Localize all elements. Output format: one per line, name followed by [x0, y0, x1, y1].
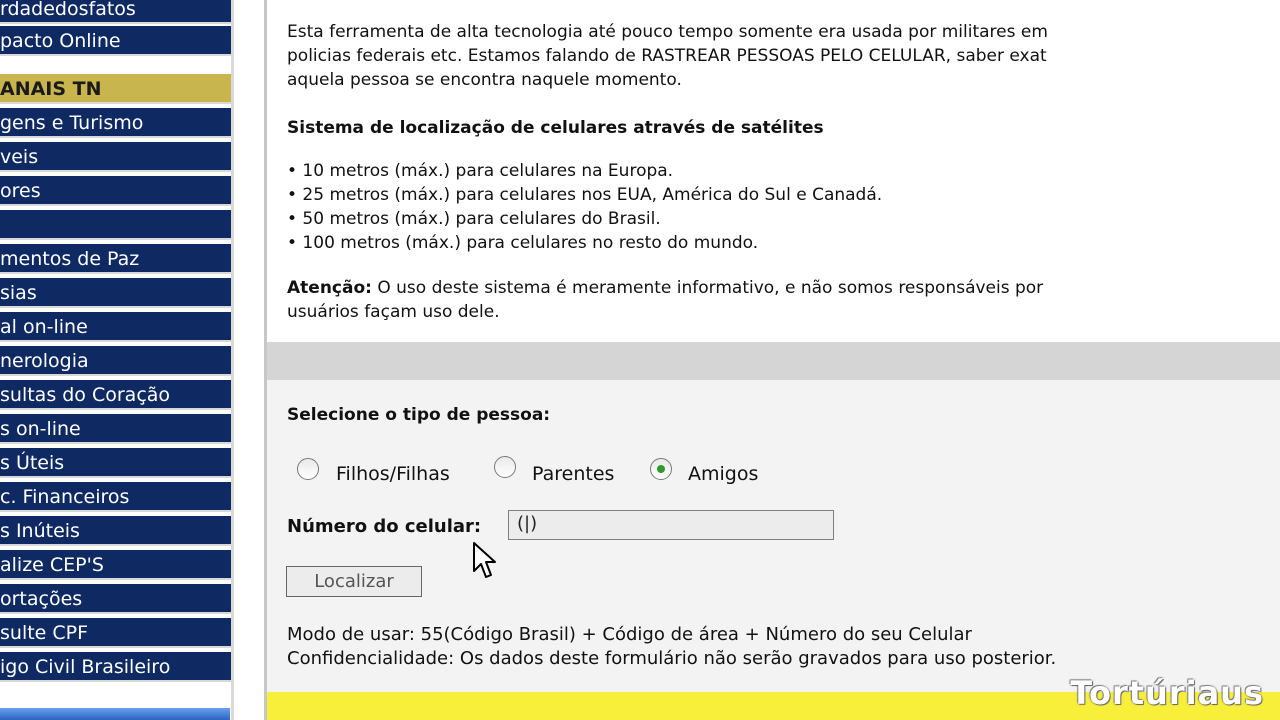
sidebar-item-label: c. Financeiros: [0, 486, 130, 508]
sidebar-item-label: s Inúteis: [0, 520, 80, 542]
sidebar-item-impacto-online[interactable]: pacto Online: [0, 26, 231, 56]
sidebar-item-codigo-civil[interactable]: igo Civil Brasileiro: [0, 652, 231, 682]
phone-number-input[interactable]: (|): [508, 510, 834, 540]
sidebar-item-label: sias: [0, 282, 37, 304]
warning-label: Atenção:: [287, 278, 372, 298]
bullet-item: • 25 metros (máx.) para celulares nos EU…: [287, 185, 883, 205]
radio-filhos[interactable]: [297, 458, 319, 480]
sidebar-item-label: igo Civil Brasileiro: [0, 656, 171, 678]
main-content: Esta ferramenta de alta tecnologia até p…: [267, 0, 1280, 720]
sidebar-item-consulte-cpf[interactable]: sulte CPF: [0, 618, 231, 648]
sidebar-item-verdadedosfatos[interactable]: rdadedosfatos: [0, 0, 231, 24]
radio-label-filhos[interactable]: Filhos/Filhas: [336, 462, 450, 486]
privacy-text: Confidencialidade: Os dados deste formul…: [287, 648, 1057, 669]
sidebar-item-label: ores: [0, 180, 41, 202]
sidebar-item-label: rdadedosfatos: [0, 0, 136, 20]
sidebar-item-label: gens e Turismo: [0, 112, 144, 134]
radio-amigos[interactable]: [650, 458, 672, 480]
sidebar-item-label: nerologia: [0, 350, 89, 372]
taskbar-edge: [0, 708, 230, 720]
sidebar: rdadedosfatos pacto Online ANAIS TN gens…: [0, 0, 232, 720]
radio-label-amigos[interactable]: Amigos: [688, 462, 758, 486]
intro-line-2: policias federais etc. Estamos falando d…: [287, 46, 1047, 66]
sidebar-item-label: s on-line: [0, 418, 81, 440]
sidebar-item-jogos-online[interactable]: s on-line: [0, 414, 231, 444]
intro-line-1: Esta ferramenta de alta tecnologia até p…: [287, 22, 1048, 42]
sidebar-item-numerologia[interactable]: nerologia: [0, 346, 231, 376]
bullet-item: • 10 metros (máx.) para celulares na Eur…: [287, 161, 674, 181]
warning-text-2: usuários façam uso dele.: [287, 302, 500, 322]
sidebar-item-label: alize CEP'S: [0, 554, 104, 576]
warning-body: O uso deste sistema é meramente informat…: [371, 278, 1044, 298]
radio-label-parentes[interactable]: Parentes: [532, 462, 614, 486]
phone-label: Número do celular:: [287, 516, 482, 537]
sidebar-item-localize-ceps[interactable]: alize CEP'S: [0, 550, 231, 580]
sidebar-item-label: veis: [0, 146, 39, 168]
sidebar-item-label: mentos de Paz: [0, 248, 140, 270]
sidebar-item-calc-financeiros[interactable]: c. Financeiros: [0, 482, 231, 512]
sidebar-item-label: al on-line: [0, 316, 88, 338]
sidebar-item-blank[interactable]: [0, 210, 231, 240]
sidebar-item-motores[interactable]: ores: [0, 176, 231, 206]
bullet-item: • 100 metros (máx.) para celulares no re…: [287, 233, 759, 253]
intro-line-3: aquela pessoa se encontra naquele moment…: [287, 70, 682, 90]
bullet-item: • 50 metros (máx.) para celulares do Bra…: [287, 209, 661, 229]
section-divider: [267, 342, 1280, 380]
watermark-logo: Tortúriaus: [1070, 674, 1264, 712]
sidebar-item-label: sultas do Coração: [0, 384, 171, 406]
sidebar-item-dicas-inuteis[interactable]: s Inúteis: [0, 516, 231, 546]
sidebar-item-jornal-online[interactable]: al on-line: [0, 312, 231, 342]
select-type-label: Selecione o tipo de pessoa:: [287, 405, 551, 425]
warning-text: Atenção: O uso deste sistema é meramente…: [287, 276, 1043, 300]
sidebar-item-consultas-coracao[interactable]: sultas do Coração: [0, 380, 231, 410]
system-title: Sistema de localização de celulares atra…: [287, 118, 824, 138]
sidebar-item-importacoes[interactable]: ortações: [0, 584, 231, 614]
sidebar-item-label: ortações: [0, 588, 83, 610]
sidebar-item-imoveis[interactable]: veis: [0, 142, 231, 172]
localizar-button[interactable]: Localizar: [286, 566, 422, 597]
sidebar-item-viagens[interactable]: gens e Turismo: [0, 108, 231, 138]
sidebar-section-header: ANAIS TN: [0, 74, 231, 104]
sidebar-item-links-uteis[interactable]: s Úteis: [0, 448, 231, 478]
usage-text: Modo de usar: 55(Código Brasil) + Código…: [287, 624, 972, 645]
mouse-cursor-icon: [473, 542, 496, 578]
sidebar-item-label: sulte CPF: [0, 622, 89, 644]
sidebar-item-label: pacto Online: [0, 30, 121, 52]
sidebar-header-label: ANAIS TN: [0, 78, 102, 100]
radio-parentes[interactable]: [494, 456, 516, 478]
sidebar-item-label: s Úteis: [0, 452, 65, 474]
sidebar-item-poesias[interactable]: sias: [0, 278, 231, 308]
sidebar-item-momentos-de-paz[interactable]: mentos de Paz: [0, 244, 231, 274]
sidebar-divider: [231, 0, 234, 720]
